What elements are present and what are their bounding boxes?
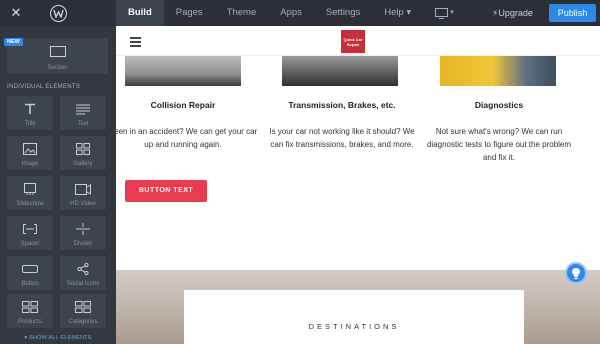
- weebly-logo-icon[interactable]: [50, 5, 67, 22]
- show-all-elements-link[interactable]: ▾ SHOW ALL ELEMENTS: [0, 335, 116, 341]
- service-text-collision[interactable]: Been in an accident? We can get your car…: [116, 125, 258, 151]
- nav-help[interactable]: Help ▾: [372, 0, 423, 26]
- image-label: Image: [21, 161, 39, 167]
- spacer-label: Spacer: [20, 241, 40, 247]
- nav-theme[interactable]: Theme: [215, 0, 269, 26]
- publish-button[interactable]: Publish: [549, 4, 596, 22]
- diagnostics-photo[interactable]: [440, 56, 556, 86]
- individual-elements-heading: INDIVIDUAL ELEMENTS: [7, 84, 81, 90]
- gallery-label: Gallery: [73, 161, 93, 167]
- lightbulb-icon: [572, 267, 580, 279]
- transmission-photo[interactable]: [282, 56, 398, 86]
- collision-repair-photo[interactable]: [125, 56, 241, 86]
- social-icons-label: Social Icons: [66, 281, 100, 287]
- text-element[interactable]: Text: [60, 96, 106, 130]
- new-badge: NEW: [4, 38, 23, 46]
- site-logo[interactable]: Quick Car Repair: [341, 30, 365, 53]
- service-text-transmission[interactable]: Is your car not working like it should? …: [267, 125, 417, 151]
- help-lightbulb-button[interactable]: [565, 262, 587, 284]
- top-bar: ✕ Build Pages Theme Apps Settings Help ▾…: [0, 0, 600, 26]
- nav-build[interactable]: Build: [116, 0, 164, 26]
- hd-video-label: HD Video: [70, 201, 96, 207]
- cta-button[interactable]: BUTTON TEXT: [125, 180, 207, 202]
- gallery-icon: [60, 142, 106, 156]
- slideshow-element[interactable]: Slideshow: [7, 176, 53, 210]
- section-icon: [7, 44, 108, 58]
- nav-pages[interactable]: Pages: [164, 0, 215, 26]
- share-icon: [60, 262, 106, 276]
- nav-settings[interactable]: Settings: [314, 0, 372, 26]
- upgrade-link[interactable]: ⚡Upgrade: [492, 0, 533, 26]
- monitor-icon: [435, 7, 449, 19]
- social-icons-element[interactable]: Social Icons: [60, 256, 106, 290]
- chevron-down-icon: ▾: [450, 9, 454, 16]
- section-label: Section: [47, 65, 68, 71]
- slideshow-icon: [7, 182, 53, 196]
- service-title-collision[interactable]: Collision Repair: [116, 100, 258, 110]
- text-label: Text: [77, 121, 89, 127]
- close-icon[interactable]: ✕: [9, 6, 23, 20]
- service-title-transmission[interactable]: Transmission, Brakes, etc.: [267, 100, 417, 110]
- divider-label: Divider: [73, 241, 93, 247]
- image-element[interactable]: Image: [7, 136, 53, 170]
- destinations-card[interactable]: [184, 290, 524, 344]
- gallery-element[interactable]: Gallery: [60, 136, 106, 170]
- categories-icon: [60, 300, 106, 314]
- title-label: Title: [24, 121, 36, 127]
- nav-apps[interactable]: Apps: [268, 0, 314, 26]
- site-header: Quick Car Repair: [116, 26, 600, 56]
- button-element[interactable]: Button: [7, 256, 53, 290]
- products-element[interactable]: Products: [7, 294, 53, 328]
- divider-icon: [60, 222, 106, 236]
- hd-video-element[interactable]: HD Video: [60, 176, 106, 210]
- device-preview-menu[interactable]: ▾: [423, 0, 466, 26]
- categories-label: Categories: [68, 319, 98, 325]
- main-nav: Build Pages Theme Apps Settings Help ▾ ▾: [116, 0, 466, 26]
- service-title-diagnostics[interactable]: Diagnostics: [424, 100, 574, 110]
- categories-element[interactable]: Categories: [60, 294, 106, 328]
- title-element[interactable]: Title: [7, 96, 53, 130]
- slideshow-label: Slideshow: [16, 201, 44, 207]
- products-icon: [7, 300, 53, 314]
- destinations-heading[interactable]: DESTINATIONS: [184, 322, 524, 331]
- hamburger-menu-icon[interactable]: [130, 37, 141, 47]
- products-label: Products: [18, 319, 42, 325]
- text-icon: [60, 102, 106, 116]
- image-icon: [7, 142, 53, 156]
- video-icon: [60, 182, 106, 196]
- button-label: Button: [21, 281, 39, 287]
- elements-sidebar: Section NEW INDIVIDUAL ELEMENTS Title Te…: [0, 26, 116, 344]
- service-text-diagnostics[interactable]: Not sure what's wrong? We can run diagno…: [424, 125, 574, 164]
- title-icon: [7, 102, 53, 116]
- spacer-icon: [7, 222, 53, 236]
- site-canvas: Quick Car Repair Collision Repair Transm…: [116, 26, 600, 344]
- divider-element[interactable]: Divider: [60, 216, 106, 250]
- spacer-element[interactable]: Spacer: [7, 216, 53, 250]
- button-icon: [7, 262, 53, 276]
